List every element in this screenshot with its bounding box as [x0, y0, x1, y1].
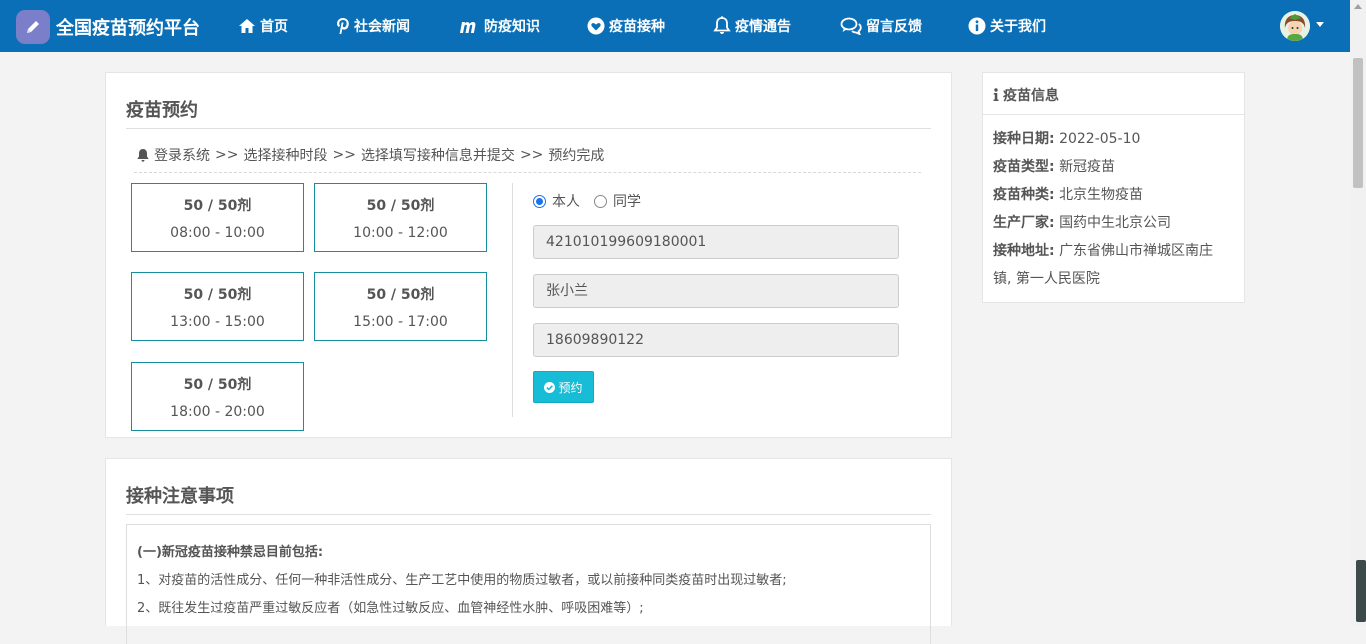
- vaccine-info-title-text: 疫苗信息: [1003, 88, 1059, 104]
- radio-classmate-label[interactable]: 同学: [613, 191, 641, 211]
- info-icon: [993, 88, 999, 101]
- step-login: 登录系统: [154, 148, 210, 164]
- step-fill-info: 选择填写接种信息并提交: [360, 148, 515, 164]
- nav-about-label: 关于我们: [990, 19, 1046, 35]
- radio-self-label[interactable]: 本人: [552, 191, 580, 211]
- info-row-date: 接种日期: 2022-05-10: [993, 125, 1233, 153]
- info-label: 接种日期:: [993, 131, 1055, 147]
- time-slot-1000[interactable]: 50 / 50剂 10:00 - 12:00: [314, 183, 487, 252]
- step-done: 预约完成: [548, 148, 605, 164]
- comments-icon: [840, 17, 862, 35]
- form-divider: [512, 183, 513, 417]
- nav-news-label: 社会新闻: [354, 19, 410, 35]
- nav-knowledge[interactable]: 防疫知识: [458, 0, 540, 52]
- side-widget: [1356, 560, 1366, 622]
- page-scrollbar[interactable]: [1350, 0, 1366, 626]
- bell-icon: [137, 148, 149, 162]
- radio-classmate[interactable]: [594, 194, 607, 208]
- slot-dose-count: 50 / 50剂: [183, 287, 252, 303]
- info-value: 广东省佛山市禅城区南庄: [1059, 243, 1214, 259]
- user-avatar[interactable]: [1280, 11, 1310, 41]
- info-label: 接种地址:: [993, 243, 1055, 259]
- slot-dose-count: 50 / 50剂: [183, 198, 252, 214]
- time-slot-0800[interactable]: 50 / 50剂 08:00 - 10:00: [131, 183, 304, 252]
- nav-about[interactable]: 关于我们: [968, 0, 1046, 52]
- info-row-maker: 生产厂家: 国药中生北京公司: [993, 209, 1233, 237]
- time-slot-1500[interactable]: 50 / 50剂 15:00 - 17:00: [314, 272, 487, 341]
- phone-field[interactable]: 18609890122: [533, 323, 899, 357]
- time-slot-1300[interactable]: 50 / 50剂 13:00 - 15:00: [131, 272, 304, 341]
- info-value: 新冠疫苗: [1059, 159, 1116, 175]
- slot-time-range: 18:00 - 20:00: [170, 404, 265, 420]
- nav-news[interactable]: 社会新闻: [336, 0, 410, 52]
- info-row-kind: 疫苗种类: 北京生物疫苗: [993, 181, 1233, 209]
- time-slot-1800[interactable]: 50 / 50剂 18:00 - 20:00: [131, 362, 304, 431]
- step-separator: >>: [215, 147, 239, 163]
- steps-rule: [134, 172, 921, 173]
- user-menu-caret-icon[interactable]: [1316, 22, 1324, 27]
- step-breadcrumb: 登录系统 >> 选择接种时段 >> 选择填写接种信息并提交 >> 预约完成: [136, 145, 604, 165]
- vaccine-info-panel: 疫苗信息 接种日期: 2022-05-10 疫苗类型: 新冠疫苗 疫苗种类: 北…: [982, 72, 1245, 303]
- nav-feedback-label: 留言反馈: [866, 19, 922, 35]
- scrollbar-thumb[interactable]: [1353, 58, 1363, 188]
- name-field[interactable]: 张小兰: [533, 274, 899, 308]
- nav-home-label: 首页: [260, 19, 288, 35]
- nav-feedback[interactable]: 留言反馈: [840, 0, 922, 52]
- nav-announcement[interactable]: 疫情通告: [713, 0, 791, 52]
- step-separator: >>: [332, 147, 356, 163]
- step-choose-slot: 选择接种时段: [243, 148, 328, 164]
- slot-dose-count: 50 / 50剂: [183, 377, 252, 393]
- recipient-radio-group: 本人 同学: [533, 191, 641, 211]
- nav-knowledge-label: 防疫知识: [484, 19, 540, 35]
- info-row-address-cont: 镇, 第一人民医院: [993, 271, 1100, 287]
- notice-line: 1、对疫苗的活性成分、任何一种非活性成分、生产工艺中使用的物质过敏者，或以前接种…: [137, 573, 787, 588]
- notice-heading: (一)新冠疫苗接种禁忌目前包括:: [137, 545, 324, 560]
- heart-icon: [587, 17, 605, 35]
- brand[interactable]: 全国疫苗预约平台: [16, 10, 200, 44]
- nav-vaccination[interactable]: 疫苗接种: [587, 0, 665, 52]
- nav-home[interactable]: 首页: [238, 0, 288, 52]
- vaccine-info-title: 疫苗信息: [993, 85, 1059, 105]
- notice-line: 2、既往发生过疫苗严重过敏反应者（如急性过敏反应、血管神经性水肿、呼吸困难等）;: [137, 601, 644, 616]
- slot-time-range: 13:00 - 15:00: [170, 314, 265, 330]
- info-value: 国药中生北京公司: [1059, 215, 1172, 231]
- home-icon: [239, 19, 255, 33]
- nav-announcement-label: 疫情通告: [735, 19, 791, 35]
- booking-title: 疫苗预约: [126, 100, 198, 121]
- pencil-icon: [16, 10, 50, 44]
- info-value: 2022-05-10: [1059, 131, 1141, 147]
- id-number-field[interactable]: 421010199609180001: [533, 225, 899, 259]
- bell-icon: [713, 16, 731, 34]
- submit-booking-button[interactable]: 预约: [533, 371, 594, 403]
- info-label: 生产厂家:: [993, 215, 1055, 231]
- info-value: 北京生物疫苗: [1059, 187, 1144, 203]
- notice-divider: [126, 514, 931, 515]
- notice-panel: 接种注意事项 (一)新冠疫苗接种禁忌目前包括: 1、对疫苗的活性成分、任何一种非…: [105, 458, 952, 644]
- info-label: 疫苗类型:: [993, 159, 1055, 175]
- slot-dose-count: 50 / 50剂: [366, 287, 435, 303]
- scroll-up-arrow-icon[interactable]: [1354, 4, 1362, 9]
- info-row-address: 接种地址: 广东省佛山市禅城区南庄: [993, 237, 1233, 265]
- top-navbar: 全国疫苗预约平台 首页 社会新闻 防疫知识 疫苗接种 疫情通告 留言反馈 关于我…: [0, 0, 1350, 52]
- notice-title: 接种注意事项: [126, 486, 234, 507]
- slot-dose-count: 50 / 50剂: [366, 198, 435, 214]
- info-row-type: 疫苗类型: 新冠疫苗: [993, 153, 1233, 181]
- notice-content: (一)新冠疫苗接种禁忌目前包括: 1、对疫苗的活性成分、任何一种非活性成分、生产…: [126, 524, 931, 644]
- check-circle-icon: [544, 381, 556, 393]
- vaccine-info-header: 疫苗信息: [983, 73, 1244, 115]
- info-label: 疫苗种类:: [993, 187, 1055, 203]
- pinterest-icon: [337, 18, 349, 34]
- step-separator: >>: [519, 147, 544, 163]
- slot-time-range: 08:00 - 10:00: [170, 225, 265, 241]
- info-icon: [968, 17, 986, 35]
- radio-self[interactable]: [533, 194, 546, 208]
- booking-divider: [126, 128, 931, 129]
- nav-vaccination-label: 疫苗接种: [609, 19, 665, 35]
- submit-booking-label: 预约: [558, 380, 583, 395]
- m-logo-icon: [460, 21, 476, 33]
- slot-time-range: 10:00 - 12:00: [353, 225, 448, 241]
- booking-panel: 疫苗预约 登录系统 >> 选择接种时段 >> 选择填写接种信息并提交 >> 预约…: [105, 72, 952, 438]
- slot-time-range: 15:00 - 17:00: [353, 314, 448, 330]
- brand-title: 全国疫苗预约平台: [56, 18, 200, 39]
